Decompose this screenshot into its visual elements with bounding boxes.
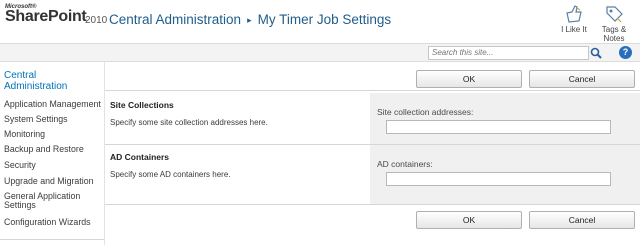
- help-icon[interactable]: ?: [619, 46, 632, 59]
- section-title: Site Collections: [110, 100, 174, 110]
- nav-heading-central-admin[interactable]: Central Administration: [4, 70, 100, 92]
- cancel-button-top[interactable]: Cancel: [529, 70, 635, 88]
- bottom-button-bar: OK Cancel: [105, 204, 640, 245]
- settings-form: OK Cancel Site Collections Specify some …: [105, 62, 640, 245]
- tag-icon: [606, 6, 623, 23]
- nav-divider: [0, 239, 104, 240]
- nav-item-general-app-settings[interactable]: General Application Settings: [4, 192, 102, 210]
- nav-item-application-management[interactable]: Application Management: [4, 99, 101, 109]
- top-header: Microsoft® SharePoint 2010 Central Admin…: [0, 0, 640, 43]
- left-navigation: Central Administration Application Manag…: [0, 62, 105, 245]
- breadcrumb-central-admin[interactable]: Central Administration: [109, 12, 241, 27]
- thumbs-up-icon: [566, 5, 582, 23]
- ad-containers-section: AD Containers Specify some AD containers…: [105, 145, 640, 204]
- top-button-bar: OK Cancel: [105, 62, 640, 91]
- page-title: Central Administration ▸ My Timer Job Sett…: [109, 12, 391, 27]
- site-collection-addresses-input[interactable]: [386, 120, 611, 134]
- search-bar: ?: [0, 43, 640, 62]
- nav-item-system-settings[interactable]: System Settings: [4, 114, 68, 124]
- nav-item-security[interactable]: Security: [4, 160, 36, 170]
- tags-notes-label: Tags & Notes: [601, 25, 627, 43]
- version-label: 2010: [85, 15, 108, 26]
- ok-button-bottom[interactable]: OK: [416, 211, 522, 229]
- sharepoint-logo[interactable]: Microsoft® SharePoint 2010: [5, 4, 108, 34]
- search-input[interactable]: [428, 46, 589, 60]
- ad-containers-label: AD containers:: [377, 159, 433, 169]
- ok-button-top[interactable]: OK: [416, 70, 522, 88]
- i-like-it-button[interactable]: I Like It: [554, 4, 594, 40]
- breadcrumb-current-page: My Timer Job Settings: [257, 12, 392, 27]
- sharepoint-wordmark: SharePoint: [5, 8, 87, 25]
- ad-containers-input[interactable]: [386, 172, 611, 186]
- section-description: Specify some site collection addresses h…: [110, 118, 268, 127]
- cancel-button-bottom[interactable]: Cancel: [529, 211, 635, 229]
- nav-item-monitoring[interactable]: Monitoring: [4, 129, 45, 139]
- nav-item-configuration-wizards[interactable]: Configuration Wizards: [4, 217, 91, 227]
- section-title: AD Containers: [110, 152, 170, 162]
- nav-item-backup-restore[interactable]: Backup and Restore: [4, 144, 84, 154]
- tags-notes-button[interactable]: Tags & Notes: [594, 4, 634, 43]
- breadcrumb-separator-icon: ▸: [247, 15, 252, 25]
- site-collection-addresses-label: Site collection addresses:: [377, 107, 474, 117]
- search-icon[interactable]: [589, 46, 603, 60]
- i-like-it-label: I Like It: [561, 25, 587, 34]
- section-description: Specify some AD containers here.: [110, 170, 231, 179]
- nav-item-upgrade-migration[interactable]: Upgrade and Migration: [4, 176, 94, 186]
- site-collections-section: Site Collections Specify some site colle…: [105, 93, 640, 145]
